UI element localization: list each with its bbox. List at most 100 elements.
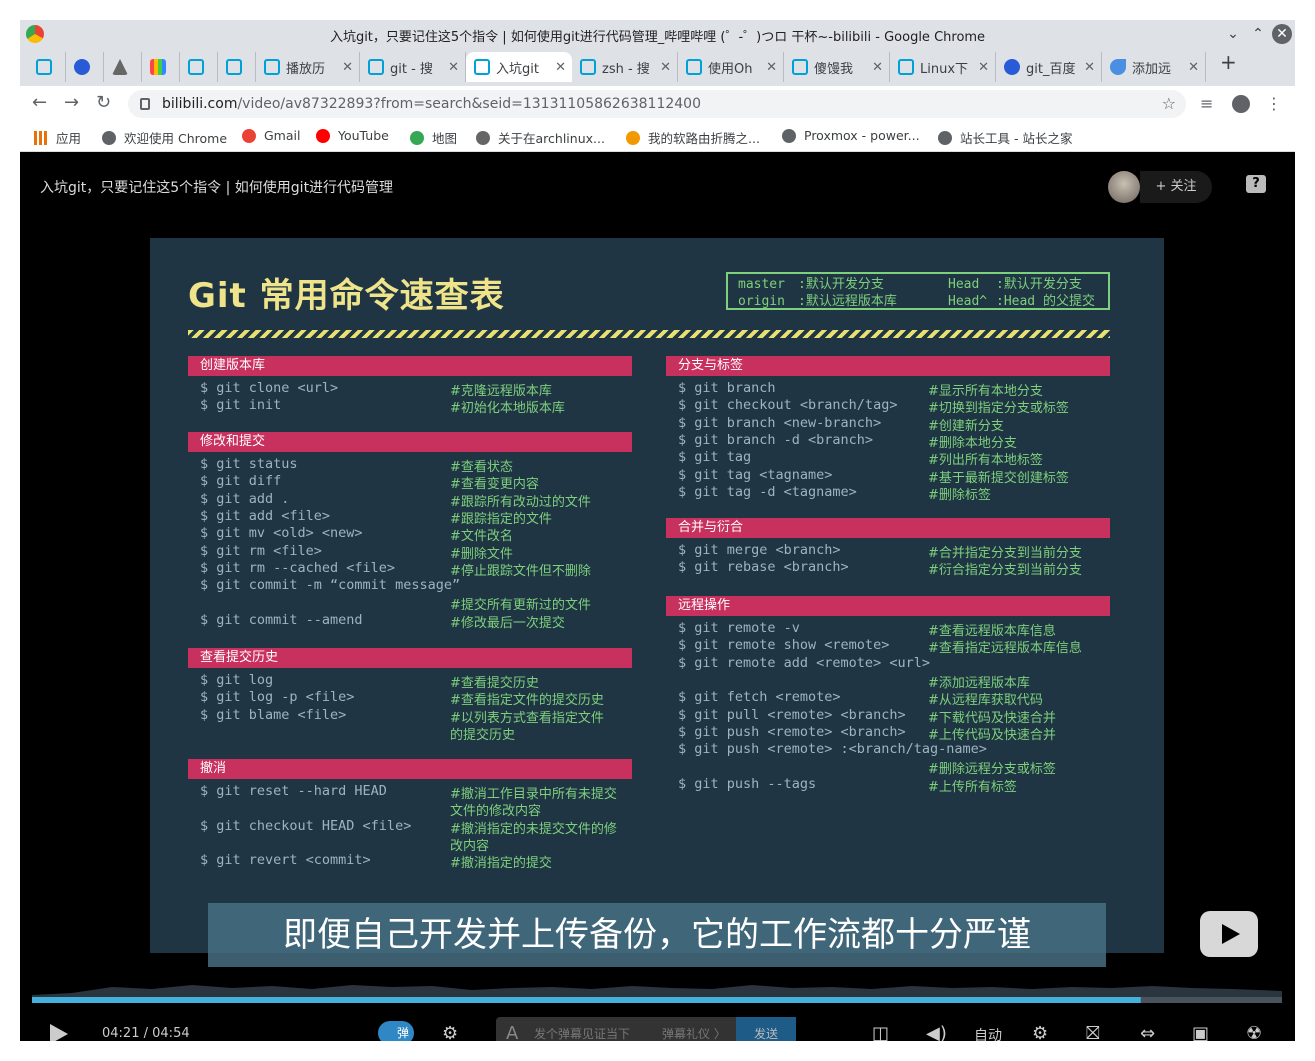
danmaku-off-icon[interactable]: ⛝ <box>1086 1023 1100 1041</box>
legend-key: origin <box>738 294 785 309</box>
progress-bar[interactable] <box>32 973 1282 1003</box>
bookmark-item[interactable]: Gmail <box>242 128 300 143</box>
window-title: 入坑git，只要记住这5个指令 | 如何使用git进行代码管理_哔哩哔哩 (゜-… <box>329 30 986 45</box>
bookmark-item[interactable]: 我的软路由折腾之... <box>626 128 760 147</box>
command: $ git log <box>200 672 274 688</box>
tab[interactable] <box>66 52 104 82</box>
tab[interactable]: 傻馒我 ✕ <box>784 52 890 82</box>
gmail-icon <box>242 128 256 143</box>
tab-close-icon[interactable]: ✕ <box>448 60 459 75</box>
quality-icon[interactable]: ◫ <box>872 1023 889 1041</box>
bookmark-label: YouTube <box>338 128 389 143</box>
bilibili-icon <box>792 59 808 75</box>
command: $ git log -p <file> <box>200 689 355 706</box>
legend-key: Head <box>948 277 980 292</box>
maximize-icon[interactable]: ⌃ <box>1248 24 1268 44</box>
reload-icon[interactable]: ↻ <box>96 92 111 113</box>
tab[interactable] <box>180 52 218 82</box>
danmaku-input[interactable]: A 发个弹幕见证当下 弹幕礼仪 〉 <box>496 1017 736 1041</box>
new-tab-button[interactable]: + <box>1220 50 1237 74</box>
bilibili-icon <box>580 59 596 75</box>
bookmark-star-icon[interactable]: ☆ <box>1162 90 1176 118</box>
command: $ git commit --amend <box>200 611 363 628</box>
close-window-icon[interactable]: ✕ <box>1272 24 1292 44</box>
bilibili-icon <box>368 59 384 75</box>
tab-close-icon[interactable]: ✕ <box>555 60 566 75</box>
section-header: 撤消 <box>188 759 632 779</box>
command-comment: #克隆远程版本库 <box>450 384 552 399</box>
tab-close-icon[interactable]: ✕ <box>660 60 671 75</box>
danmaku-settings-icon[interactable]: ⚙ <box>442 1023 458 1041</box>
command-comment: #查看变更内容 <box>450 477 539 493</box>
tab[interactable] <box>218 52 256 82</box>
bookmark-item[interactable]: Proxmox - power... <box>782 128 920 143</box>
tab-close-icon[interactable]: ✕ <box>342 60 353 75</box>
baidu-paw-icon <box>74 59 90 75</box>
auto-quality-button[interactable]: 自动 <box>974 1025 1002 1041</box>
legend-key: master <box>738 277 785 292</box>
tab[interactable]: 使用Oh ✕ <box>678 52 784 82</box>
tab-label: 播放历 <box>286 61 326 77</box>
send-button[interactable]: 发送 <box>736 1017 796 1041</box>
forward-icon[interactable]: → <box>64 92 79 113</box>
fullscreen-icon[interactable]: ☢ <box>1246 1023 1262 1041</box>
volume-icon[interactable]: ◀) <box>926 1023 947 1041</box>
text-format-icon[interactable]: A <box>506 1017 518 1041</box>
settings-icon[interactable]: ⚙ <box>1032 1023 1048 1041</box>
tab-close-icon[interactable]: ✕ <box>1188 60 1199 75</box>
bookmark-item[interactable]: 欢迎使用 Chrome <box>102 128 227 147</box>
widescreen-icon[interactable]: ⇔ <box>1140 1023 1155 1041</box>
tab[interactable]: git - 搜 ✕ <box>360 52 466 82</box>
danmaku-etiquette-link[interactable]: 弹幕礼仪 〉 <box>662 1017 726 1041</box>
web-fullscreen-icon[interactable]: ▣ <box>1192 1023 1209 1041</box>
tab[interactable]: Linux下 ✕ <box>890 52 996 82</box>
tab-close-icon[interactable]: ✕ <box>872 60 883 75</box>
command-comment: #查看状态 <box>450 460 513 475</box>
tab[interactable]: git_百度 ✕ <box>996 52 1102 82</box>
title-bar: 入坑git，只要记住这5个指令 | 如何使用git进行代码管理_哔哩哔哩 (゜-… <box>20 20 1295 48</box>
video-player[interactable]: 入坑git，只要记住这5个指令 | 如何使用git进行代码管理 + 关注 ? G… <box>20 153 1295 1041</box>
command-comment: #合并指定分支到当前分支 <box>928 546 1082 561</box>
bookmark-item[interactable]: YouTube <box>316 128 389 143</box>
tab[interactable]: zsh - 搜 ✕ <box>572 52 678 82</box>
avatar[interactable] <box>1108 171 1140 203</box>
command: $ git checkout <branch/tag> <box>678 397 898 414</box>
minimize-icon[interactable]: ⌄ <box>1223 24 1243 44</box>
help-icon[interactable]: ? <box>1246 175 1266 193</box>
command-comment: #基于最新提交创建标签 <box>928 470 1069 486</box>
bilibili-icon <box>36 59 52 75</box>
bookmark-item[interactable]: 站长工具 - 站长之家 <box>938 128 1072 147</box>
profile-icon[interactable] <box>1232 95 1250 113</box>
command: $ git add <file> <box>200 507 331 524</box>
command-comment: #以列表方式查看指定文件 <box>450 710 604 726</box>
arch-icon <box>476 130 490 145</box>
back-icon[interactable]: ← <box>32 92 47 113</box>
menu-icon[interactable]: ⋮ <box>1266 94 1282 113</box>
command-comment: #显示所有本地分支 <box>928 384 1043 399</box>
command-comment: #跟踪所有改动过的文件 <box>450 494 591 510</box>
tab[interactable] <box>142 52 180 82</box>
tab-strip: 播放历 ✕ git - 搜 ✕ 入坑git ✕ zsh - 搜 ✕ 使用Oh ✕ 傻馒我 ✕ Linux… <box>20 48 1295 86</box>
tab[interactable]: 播放历 ✕ <box>256 52 360 82</box>
command-comment: #删除本地分支 <box>928 435 1017 451</box>
bookmark-item[interactable]: 关于在archlinux... <box>476 128 605 147</box>
bilibili-icon <box>188 59 204 75</box>
address-bar[interactable]: bilibili.com/video/av87322893?from=searc… <box>128 90 1186 118</box>
danmaku-toggle[interactable]: 弹 <box>378 1021 414 1041</box>
tab[interactable]: 入坑git ✕ <box>466 52 572 82</box>
bilibili-icon <box>898 59 914 75</box>
bookmark-item[interactable]: 地图 <box>410 128 457 147</box>
command: $ git tag <tagname> <box>678 466 833 483</box>
tab-close-icon[interactable]: ✕ <box>978 60 989 75</box>
bookmark-item[interactable]: 应用 <box>34 128 81 147</box>
tab[interactable] <box>28 52 66 82</box>
follow-button[interactable]: + 关注 <box>1140 171 1212 203</box>
tab[interactable] <box>104 52 142 82</box>
tab[interactable]: 添加远 ✕ <box>1102 52 1206 82</box>
tab-close-icon[interactable]: ✕ <box>1084 60 1095 75</box>
play-icon[interactable] <box>50 1024 68 1041</box>
tab-label: 使用Oh <box>708 61 753 77</box>
tab-close-icon[interactable]: ✕ <box>766 60 777 75</box>
command: $ git tag -d <tagname> <box>678 483 857 500</box>
reading-list-icon[interactable]: ≡ <box>1200 94 1213 113</box>
